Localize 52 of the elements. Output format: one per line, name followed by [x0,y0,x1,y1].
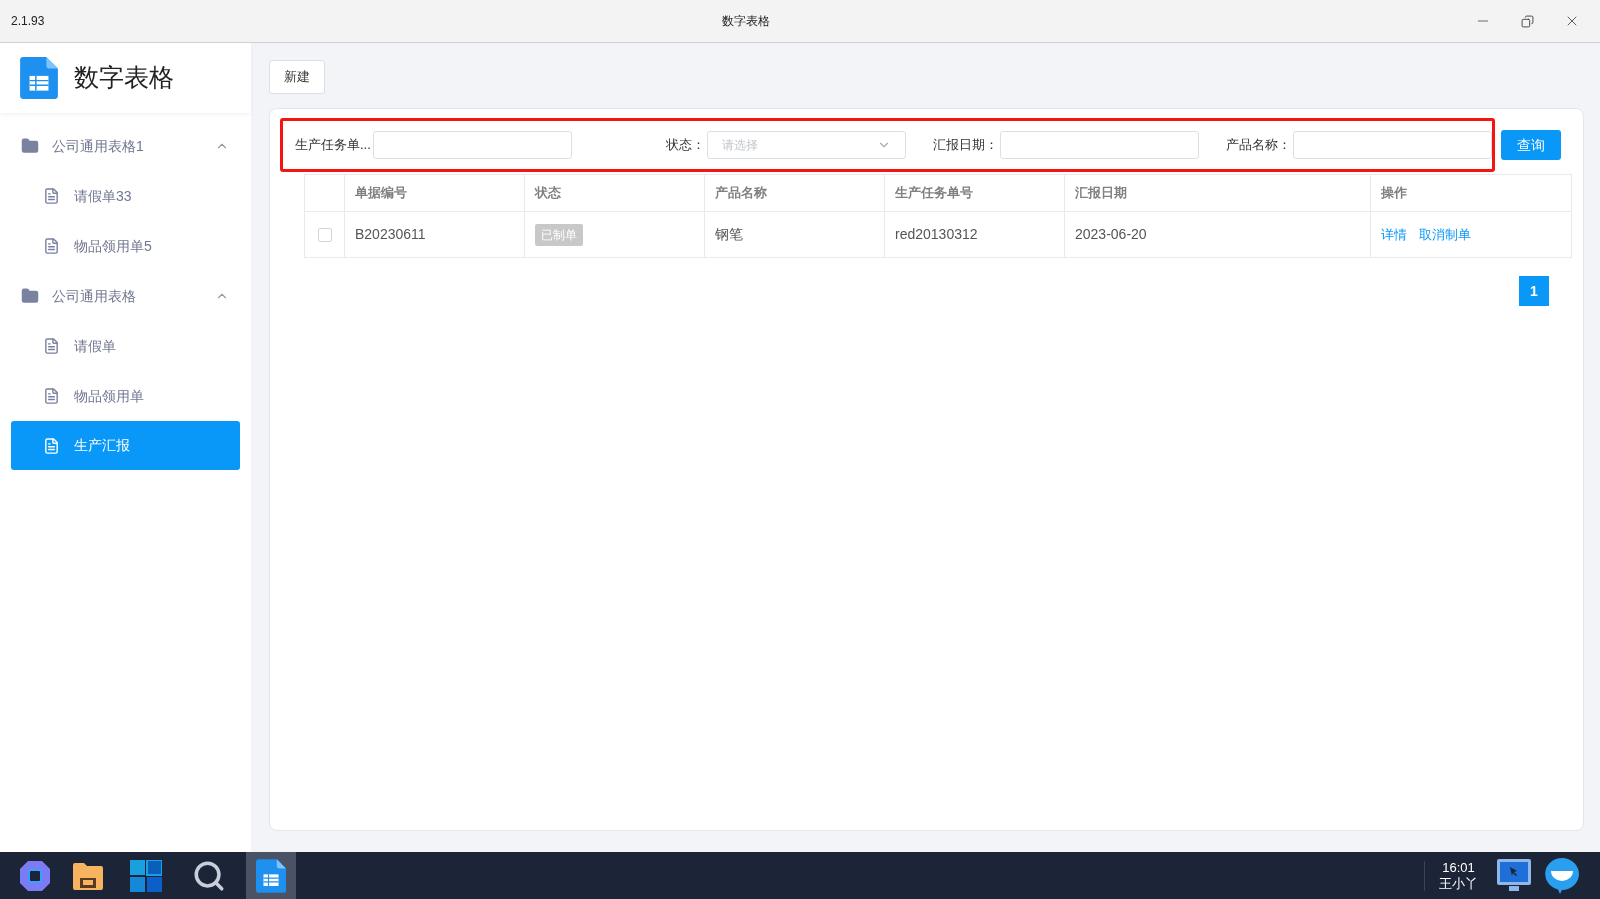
filter-input[interactable] [1293,131,1492,159]
spreadsheet-logo-icon [20,57,58,99]
filter-label: 生产任务单... [295,136,371,155]
sidebar-item[interactable]: 物品领用单5 [11,221,240,271]
table-cell-text: 2023-06-20 [1075,225,1147,244]
action-link[interactable]: 详情 [1381,224,1407,245]
monitor-icon[interactable] [1496,857,1532,894]
document-icon [43,436,60,455]
table-cell-text: red20130312 [895,225,978,244]
filter-input[interactable] [372,131,572,159]
chat-bubble-icon[interactable] [1544,856,1580,895]
filter-input[interactable] [1000,131,1200,159]
column-header: 生产任务单号 [885,175,1065,211]
column-header: 操作 [1380,184,1408,203]
document-icon [43,387,60,405]
folder-icon [20,287,40,305]
table-cell-text: B20230611 [355,225,426,244]
page-button[interactable]: 1 [1519,276,1549,306]
sidebar-item[interactable]: 请假单33 [11,171,240,221]
query-button[interactable]: 查询 [1501,130,1561,160]
folder-icon [20,137,40,155]
action-link[interactable]: 取消制单 [1419,224,1471,245]
table-cell-text: 钢笔 [715,225,743,244]
new-button[interactable]: 新建 [269,60,325,94]
sidebar-item[interactable]: 物品领用单 [11,371,240,421]
user-name: 王小丫 [1439,875,1478,892]
sidebar-group[interactable]: 公司通用表格1 [0,121,251,171]
app-launcher-icon[interactable] [18,858,52,893]
column-header: 产品名称 [705,175,885,211]
app-name: 数字表格 [74,62,174,94]
sidebar-item[interactable]: 请假单 [11,321,240,371]
version-label: 2.1.93 [11,13,45,30]
document-icon [43,337,60,355]
column-header: 状态 [525,175,705,211]
column-header: 汇报日期 [1065,175,1371,211]
windows-grid-icon[interactable] [130,859,162,892]
row-checkbox[interactable] [317,227,332,242]
document-icon [43,187,60,205]
window-title: 数字表格 [722,13,770,30]
column-header: 单据编号 [345,175,525,211]
sidebar-item[interactable]: 生产汇报 [11,421,240,470]
spreadsheet-icon [256,858,286,893]
filter-label: 汇报日期： [933,136,999,155]
filter-label: 产品名称： [1226,136,1291,155]
restore-icon[interactable] [1521,14,1534,28]
filter-label: 状态： [666,136,706,155]
taskbar-app-button[interactable] [246,852,296,899]
clock-time: 16:01 [1442,859,1475,876]
folder-icon[interactable] [72,860,104,891]
document-icon [43,237,60,255]
search-icon[interactable] [192,858,226,893]
sidebar-group[interactable]: 公司通用表格 [0,271,251,321]
